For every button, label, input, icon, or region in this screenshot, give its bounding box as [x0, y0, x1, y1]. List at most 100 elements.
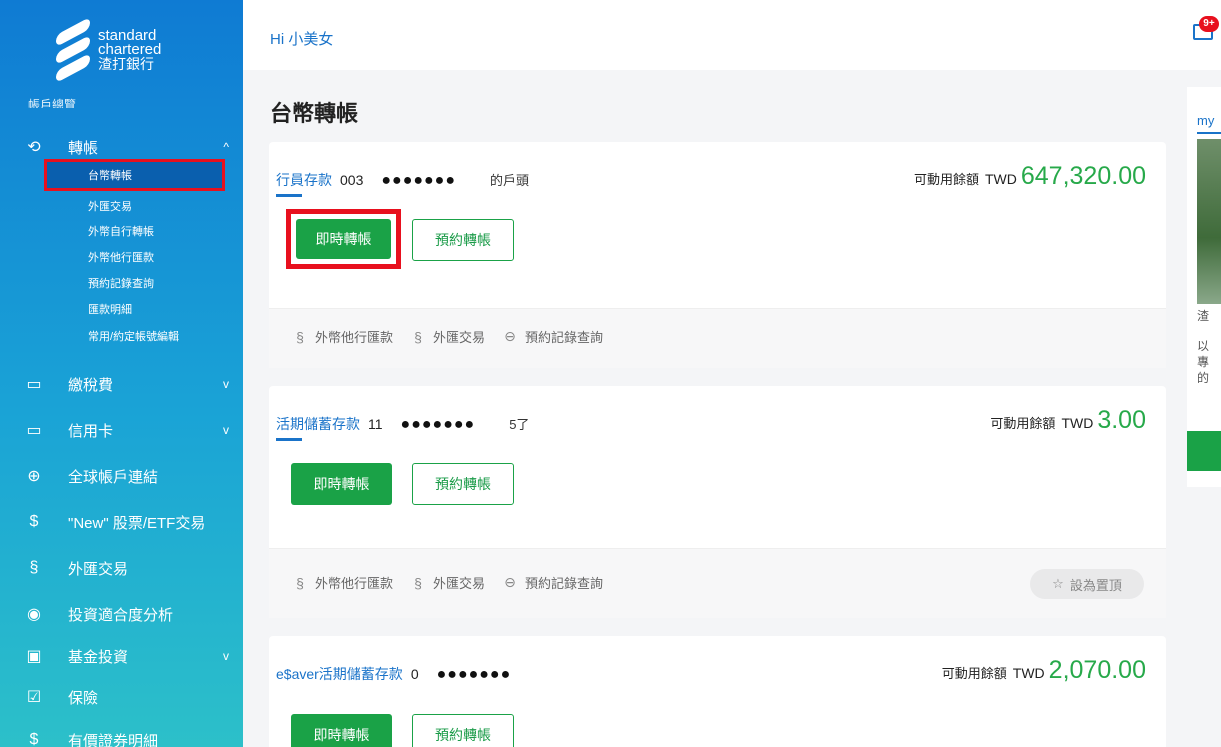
- sidebar-item-label: 基金投資: [68, 648, 129, 666]
- balance-currency: TWD: [984, 171, 1017, 187]
- sidebar-subitem-scheduled[interactable]: 預約記錄查詢: [88, 273, 154, 295]
- sidebar: standard chartered 渣打銀行 帳戶總覽 ⟲ 轉帳 ^ 台幣轉帳…: [0, 0, 243, 747]
- link-label: 預約記錄查詢: [525, 576, 604, 591]
- balance-label: 可動用餘額: [941, 666, 1007, 681]
- scheduled-transfer-button[interactable]: 預約轉帳: [412, 219, 514, 261]
- link-fx-remit[interactable]: § 外幣他行匯款: [291, 327, 393, 346]
- greeting: Hi 小美女: [270, 31, 334, 48]
- sidebar-subitem-remit-detail[interactable]: 匯款明細: [88, 299, 132, 321]
- chevron-down-icon: v: [223, 423, 229, 437]
- quick-links: § 外幣他行匯款 § 外匯交易 ⊖ 預約記錄查詢: [291, 573, 619, 592]
- fx-icon: §: [296, 574, 304, 591]
- bank-logo[interactable]: standard chartered 渣打銀行: [56, 16, 161, 84]
- promo-panel: my 渣 以 專 的: [1187, 87, 1221, 487]
- account-card: e$aver活期儲蓄存款 0 ●●●●●●● 可動用餘額 TWD 2,070.0…: [269, 636, 1166, 747]
- balance: 可動用餘額 TWD 647,320.00: [914, 162, 1146, 191]
- account-type[interactable]: 行員存款: [276, 170, 332, 190]
- sidebar-subitem-twd-transfer-active[interactable]: 台幣轉帳: [44, 159, 225, 191]
- sidebar-item-securities[interactable]: $ 有價證券明細: [0, 720, 243, 747]
- fx-icon: §: [414, 574, 422, 591]
- sidebar-subitem-fx[interactable]: 外匯交易: [88, 196, 132, 218]
- sidebar-item-insurance[interactable]: ☑ 保險: [0, 677, 243, 717]
- link-fx-remit[interactable]: § 外幣他行匯款: [291, 573, 393, 592]
- fx-icon: §: [29, 559, 39, 576]
- link-label: 外幣他行匯款: [315, 576, 394, 591]
- sidebar-item-global-link[interactable]: ⊕ 全球帳戶連結: [0, 456, 243, 496]
- sidebar-subitem-label: 台幣轉帳: [88, 170, 132, 182]
- account-masked: ●●●●●●●: [381, 172, 457, 189]
- chevron-down-icon: v: [223, 649, 229, 663]
- account-underline: [276, 438, 302, 441]
- promo-text: 以: [1197, 339, 1210, 353]
- sidebar-item-stock[interactable]: $ "New" 股票/ETF交易: [0, 502, 243, 542]
- link-fx[interactable]: § 外匯交易: [409, 327, 485, 346]
- insurance-icon: ☑: [26, 689, 42, 706]
- link-fx[interactable]: § 外匯交易: [409, 573, 485, 592]
- pin-label: 設為置頂: [1069, 577, 1122, 593]
- sidebar-item-label: 有價證券明細: [68, 732, 159, 747]
- sidebar-subitem-fx-remit[interactable]: 外幣他行匯款: [88, 247, 154, 269]
- sidebar-item-credit-card[interactable]: ▭ 信用卡 v: [0, 410, 243, 450]
- highlight-box: [286, 209, 401, 269]
- sidebar-item-label: "New" 股票/ETF交易: [68, 514, 206, 532]
- chevron-up-icon: ^: [223, 140, 229, 154]
- account-masked: ●●●●●●●: [400, 416, 476, 433]
- account-info: 活期儲蓄存款 11 ●●●●●●● 5了: [276, 414, 529, 434]
- pin-icon: ☆: [1052, 576, 1064, 591]
- logo-text: standard chartered 渣打銀行: [98, 28, 161, 72]
- promo-tab-underline: [1197, 132, 1221, 134]
- transfer-icon: ⟲: [27, 139, 41, 156]
- account-masked: ●●●●●●●: [436, 666, 512, 683]
- pin-to-top-button[interactable]: ☆ 設為置頂: [1030, 569, 1144, 599]
- balance-amount: 647,320.00: [1020, 162, 1146, 190]
- link-label: 預約記錄查詢: [525, 330, 604, 345]
- scheduled-transfer-button[interactable]: 預約轉帳: [412, 463, 514, 505]
- sidebar-item-suitability[interactable]: ◉ 投資適合度分析: [0, 594, 243, 634]
- account-underline: [276, 194, 302, 197]
- account-card: 行員存款 003 ●●●●●●● 的戶頭 可動用餘額 TWD 647,320.0…: [269, 142, 1166, 368]
- account-number: 0: [410, 666, 419, 682]
- sidebar-item-label: 投資適合度分析: [68, 606, 174, 624]
- sidebar-item-fx[interactable]: § 外匯交易: [0, 548, 243, 588]
- logo-line-3: 渣打銀行: [98, 56, 154, 72]
- sidebar-item-label: 保險: [68, 689, 99, 707]
- securities-icon: $: [29, 731, 39, 747]
- balance: 可動用餘額 TWD 2,070.00: [942, 656, 1146, 685]
- sidebar-item-tax[interactable]: ▭ 繳稅費 v: [0, 364, 243, 404]
- quick-links: § 外幣他行匯款 § 外匯交易 ⊖ 預約記錄查詢: [291, 327, 619, 346]
- account-number: 11: [368, 416, 383, 432]
- account-type[interactable]: e$aver活期儲蓄存款: [276, 664, 403, 684]
- wallet-icon: ▭: [26, 376, 42, 393]
- account-info: e$aver活期儲蓄存款 0 ●●●●●●●: [276, 664, 545, 684]
- sidebar-item-label: 外匯交易: [68, 560, 129, 578]
- instant-transfer-button[interactable]: 即時轉帳: [291, 714, 392, 747]
- top-bar: Hi 小美女 9+: [243, 0, 1221, 70]
- logo-mark-icon: [56, 16, 90, 84]
- promo-tab[interactable]: my: [1197, 113, 1214, 128]
- profile-icon: ◉: [27, 606, 41, 623]
- link-scheduled[interactable]: ⊖ 預約記錄查詢: [501, 573, 603, 592]
- account-card: 活期儲蓄存款 11 ●●●●●●● 5了 可動用餘額 TWD 3.00 即時轉帳…: [269, 386, 1166, 618]
- account-type[interactable]: 活期儲蓄存款: [276, 414, 360, 434]
- card-footer: § 外幣他行匯款 § 外匯交易 ⊖ 預約記錄查詢: [269, 308, 1166, 368]
- scheduled-transfer-button[interactable]: 預約轉帳: [412, 714, 514, 747]
- sidebar-subitem-fx-internal[interactable]: 外幣自行轉帳: [88, 221, 154, 243]
- link-label: 外匯交易: [433, 576, 486, 591]
- promo-button[interactable]: [1187, 431, 1221, 471]
- balance-amount: 3.00: [1097, 406, 1146, 434]
- stock-icon: $: [29, 513, 39, 530]
- chart-icon: ▣: [26, 648, 42, 665]
- instant-transfer-button[interactable]: 即時轉帳: [291, 463, 392, 505]
- globe-icon: ⊕: [27, 468, 41, 485]
- account-number: 003: [340, 172, 364, 188]
- balance-currency: TWD: [1012, 665, 1045, 681]
- sidebar-item-label: 轉帳: [68, 139, 99, 157]
- sidebar-item-account-overview[interactable]: 帳戶總覽: [28, 96, 76, 108]
- card-footer: § 外幣他行匯款 § 外匯交易 ⊖ 預約記錄查詢 ☆ 設為置頂: [269, 548, 1166, 618]
- sidebar-item-fund[interactable]: ▣ 基金投資 v: [0, 636, 243, 676]
- link-scheduled[interactable]: ⊖ 預約記錄查詢: [501, 327, 603, 346]
- sidebar-subitem-account-edit[interactable]: 常用/約定帳號編輯: [88, 326, 179, 348]
- account-nickname: 的戶頭: [490, 173, 530, 188]
- balance-label: 可動用餘額: [990, 416, 1056, 431]
- fx-icon: §: [414, 328, 422, 345]
